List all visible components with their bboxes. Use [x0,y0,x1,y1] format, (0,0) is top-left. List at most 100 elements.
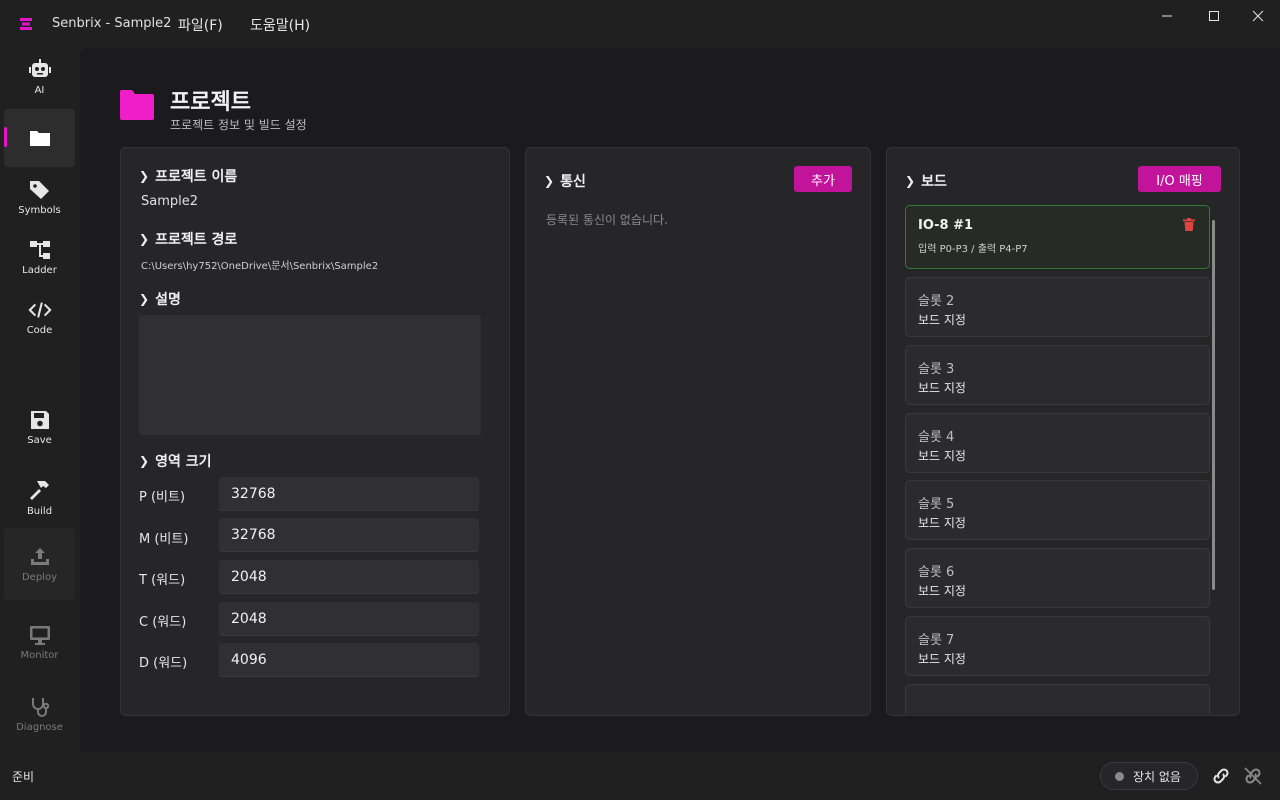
tag-icon [28,178,52,202]
scrollbar[interactable] [1212,220,1215,590]
area-input-c[interactable]: 2048 [219,602,479,636]
sidebar-item-label: Monitor [20,650,59,661]
sidebar-item-label: Diagnose [16,722,63,733]
sidebar-item-label: AI [34,85,45,96]
save-icon [28,408,52,432]
area-label-c: C (워드) [139,615,187,630]
slot-subtitle: 보드 지정 [918,449,966,463]
upload-icon [28,545,52,569]
slot-title: 슬롯 3 [918,362,955,377]
sidebar-item-ladder[interactable]: Ladder [4,228,75,286]
sidebar-item-label: Deploy [21,572,57,583]
close-icon [1252,10,1264,22]
sidebar-item-project[interactable] [4,109,75,167]
slot-title: 슬롯 5 [918,497,955,512]
code-icon [27,298,52,322]
sidebar-item-code[interactable]: Code [4,288,75,346]
area-input-m[interactable]: 32768 [219,518,479,552]
menu-file[interactable]: 파일(F) [178,15,223,35]
chevron-right-icon: ❯ [544,174,555,188]
chevron-right-icon: ❯ [905,174,916,188]
section-label: 영역 크기 [155,454,212,470]
unlink-icon[interactable] [1243,767,1263,785]
minimize-icon [1162,15,1172,17]
window-title: Senbrix - Sample2 [52,16,172,31]
minimize-button[interactable] [1151,8,1183,24]
project-path-value: C:\Users\hy752\OneDrive\문서\Senbrix\Sampl… [141,261,379,272]
project-info-panel: ❯ 프로젝트 이름 Sample2 ❯ 프로젝트 경로 C:\Users\hy7… [120,147,510,716]
project-path-header[interactable]: ❯ 프로젝트 경로 [139,229,237,249]
close-button[interactable] [1242,8,1274,24]
description-header[interactable]: ❯ 설명 [139,289,181,309]
section-label: 보드 [921,174,947,190]
menu-help[interactable]: 도움말(H) [250,15,310,35]
project-name-header[interactable]: ❯ 프로젝트 이름 [139,166,237,186]
sidebar-item-symbols[interactable]: Symbols [4,168,75,226]
sidebar-item-save[interactable]: Save [4,398,75,456]
page-title: 프로젝트 [170,90,251,115]
slot-subtitle: 보드 지정 [918,381,966,395]
board-slot-7[interactable]: 슬롯 7 보드 지정 [905,616,1210,676]
link-icon[interactable] [1211,767,1231,785]
area-input-p[interactable]: 32768 [219,477,479,511]
board-slot-1[interactable]: IO-8 #1 입력 P0-P3 / 출력 P4-P7 [905,205,1210,269]
stethoscope-icon [28,695,52,719]
device-label: 장치 없음 [1133,769,1181,784]
main-content: 프로젝트 프로젝트 정보 및 빌드 설정 ❯ 프로젝트 이름 Sample2 ❯… [80,48,1280,752]
board-slot-6[interactable]: 슬롯 6 보드 지정 [905,548,1210,608]
section-label: 설명 [155,292,181,308]
app-logo-icon [20,18,32,30]
board-slot-4[interactable]: 슬롯 4 보드 지정 [905,413,1210,473]
maximize-icon [1209,11,1219,21]
board-slot-2[interactable]: 슬롯 2 보드 지정 [905,277,1210,337]
sidebar-item-label: Ladder [22,265,57,276]
area-size-header[interactable]: ❯ 영역 크기 [139,451,211,471]
add-communication-button[interactable]: 추가 [794,166,852,192]
slot-subtitle: 보드 지정 [918,313,966,327]
folder-icon [28,126,52,150]
sidebar-item-deploy[interactable]: Deploy [4,528,75,600]
sidebar-item-diagnose[interactable]: Diagnose [4,685,75,743]
slot-subtitle: 보드 지정 [918,584,966,598]
chevron-right-icon: ❯ [139,292,150,306]
communication-header[interactable]: ❯ 통신 [544,171,586,191]
description-textarea[interactable] [139,315,481,435]
section-label: 프로젝트 이름 [155,169,238,185]
area-label-p: P (비트) [139,490,186,505]
area-input-d[interactable]: 4096 [219,643,479,677]
sidebar-item-ai[interactable]: AI [4,48,75,106]
sidebar-item-monitor[interactable]: Monitor [4,613,75,671]
slot-title: 슬롯 7 [918,633,955,648]
slot-title: 슬롯 4 [918,430,955,445]
status-dot [1115,771,1124,781]
area-label-m: M (비트) [139,532,189,547]
slot-subtitle: 입력 P0-P3 / 출력 P4-P7 [918,244,1028,255]
sidebar-item-label: Save [27,435,52,446]
monitor-icon [28,623,52,647]
device-status-button[interactable]: 장치 없음 [1100,762,1198,790]
board-panel: ❯ 보드 I/O 매핑 IO-8 #1 입력 P0-P3 / 출력 P4-P7 … [886,147,1240,716]
folder-icon [120,90,154,120]
area-input-t[interactable]: 2048 [219,560,479,594]
slot-title: 슬롯 2 [918,294,955,309]
sidebar-item-build[interactable]: Build [4,469,75,527]
area-label-t: T (워드) [139,573,186,588]
area-label-d: D (워드) [139,656,188,671]
robot-icon [28,58,52,82]
slot-subtitle: 보드 지정 [918,516,966,530]
page-subtitle: 프로젝트 정보 및 빌드 설정 [170,118,307,132]
section-label: 프로젝트 경로 [155,232,238,248]
board-header[interactable]: ❯ 보드 [905,171,947,191]
slot-title: 슬롯 6 [918,565,955,580]
trash-icon[interactable] [1183,218,1195,231]
maximize-button[interactable] [1198,8,1230,24]
io-mapping-button[interactable]: I/O 매핑 [1138,166,1221,192]
sidebar-item-label: Build [26,506,53,517]
chevron-right-icon: ❯ [139,169,150,183]
board-slot-3[interactable]: 슬롯 3 보드 지정 [905,345,1210,405]
board-slot-8-partial[interactable] [905,684,1210,714]
sidebar-item-label: Symbols [18,205,61,216]
slot-title: IO-8 #1 [918,218,974,233]
board-slot-5[interactable]: 슬롯 5 보드 지정 [905,480,1210,540]
chevron-right-icon: ❯ [139,232,150,246]
